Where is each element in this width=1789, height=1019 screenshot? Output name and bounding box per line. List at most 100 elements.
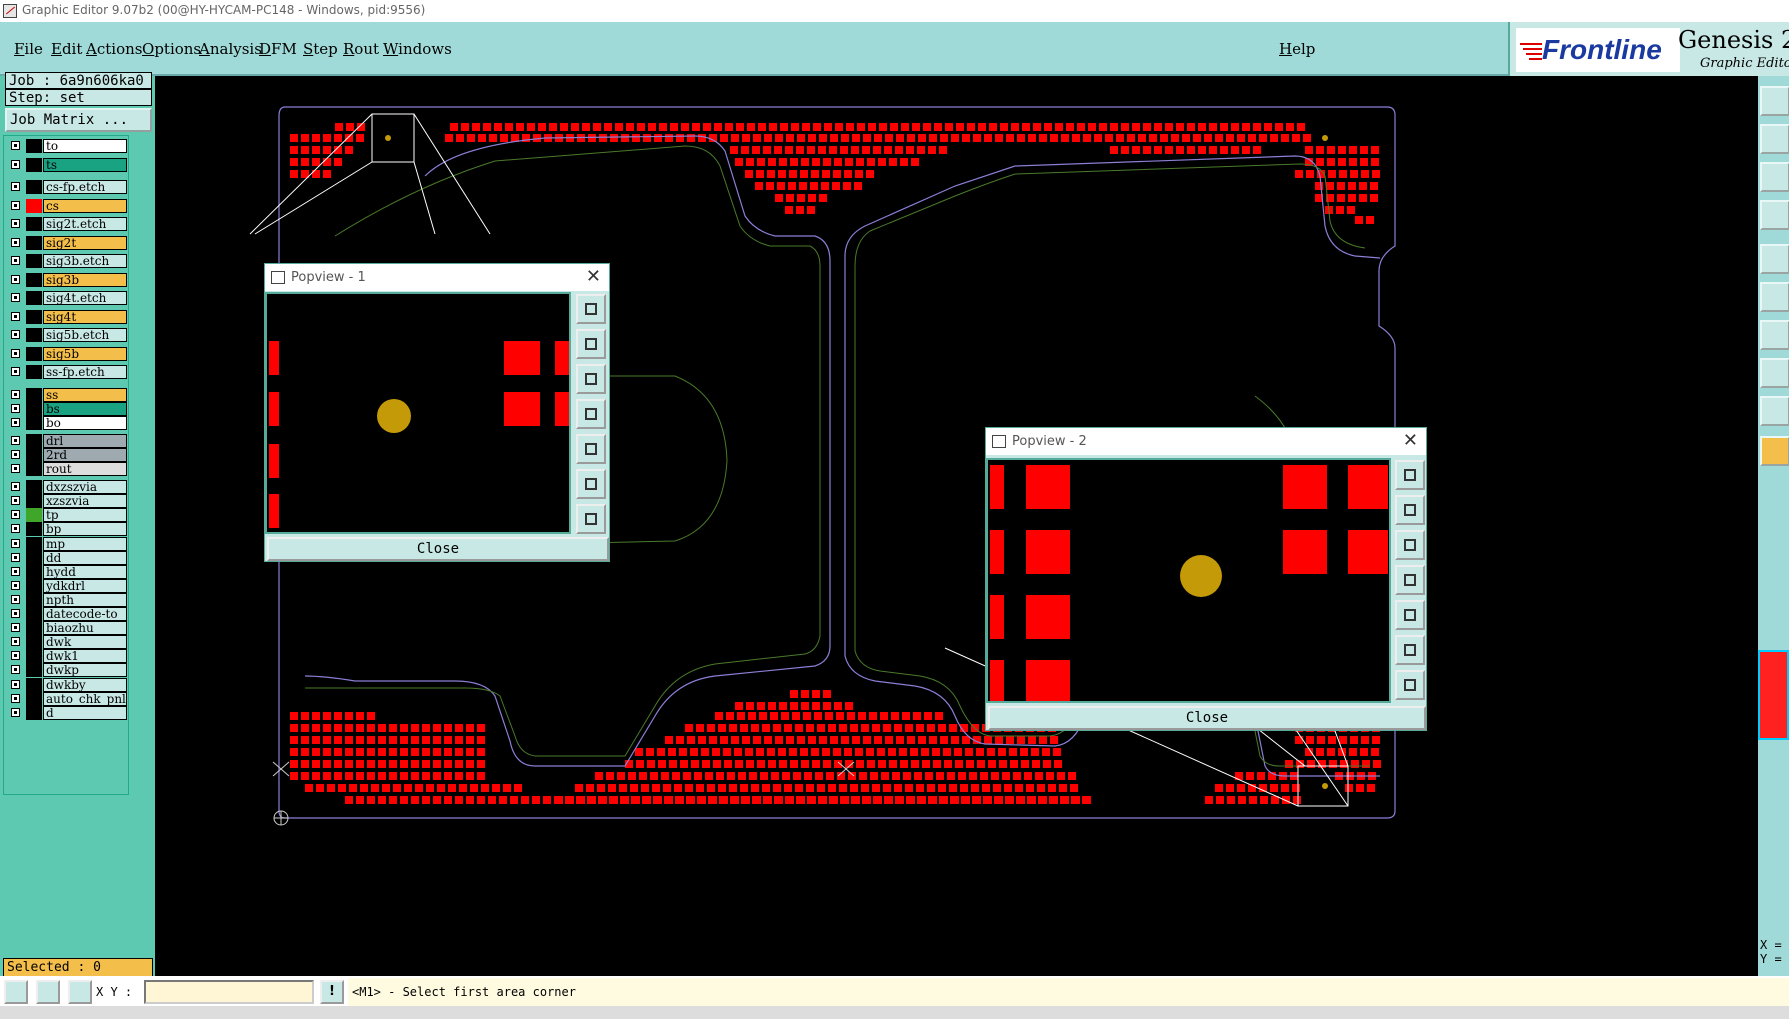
triangle-icon[interactable] <box>1760 396 1789 426</box>
layer-color-swatch[interactable] <box>26 309 42 324</box>
layer-list-scrollbar[interactable] <box>129 135 151 795</box>
layer-row[interactable]: dd <box>7 550 127 565</box>
layer-checkbox[interactable] <box>11 403 20 413</box>
center-icon[interactable] <box>1395 670 1425 700</box>
layer-name[interactable]: dxzszvia <box>43 480 127 495</box>
layer-row[interactable]: dwkby <box>7 677 127 692</box>
layer-row[interactable]: 2rd <box>7 447 127 462</box>
layer-color-swatch[interactable] <box>26 462 42 476</box>
layer-color-swatch[interactable] <box>26 254 42 268</box>
menu-step[interactable]: Step <box>303 40 338 58</box>
layer-row[interactable]: auto_chk_pnl <box>7 691 127 706</box>
close-icon[interactable]: ✕ <box>586 266 601 287</box>
menu-options[interactable]: Options <box>142 40 201 58</box>
layer-color-swatch[interactable] <box>26 291 42 305</box>
layer-name[interactable]: dd <box>43 550 127 565</box>
menu-windows[interactable]: Windows <box>383 40 452 58</box>
layer-checkbox[interactable] <box>11 510 20 520</box>
layer-color-swatch[interactable] <box>26 433 42 448</box>
layer-name[interactable]: rout <box>43 462 127 476</box>
layer-color-swatch[interactable] <box>26 508 42 523</box>
layer-checkbox[interactable] <box>11 679 20 689</box>
layer-checkbox[interactable] <box>11 159 20 169</box>
layer-row[interactable]: sig5b.etch <box>7 328 127 342</box>
layer-row[interactable]: to <box>7 139 127 153</box>
layer-checkbox[interactable] <box>11 389 20 399</box>
layer-row[interactable]: sig2t.etch <box>7 217 127 231</box>
layer-name[interactable]: sig3b <box>43 272 127 287</box>
layer-name[interactable]: sig4t <box>43 309 127 324</box>
layer-color-swatch[interactable] <box>26 387 42 402</box>
layer-name[interactable]: sig3b.etch <box>43 254 127 268</box>
layer-color-swatch[interactable] <box>26 677 42 692</box>
layer-name[interactable]: d <box>43 705 127 720</box>
layer-checkbox[interactable] <box>11 665 20 675</box>
layer-name[interactable]: ss <box>43 387 127 402</box>
layer-checkbox[interactable] <box>11 348 20 358</box>
grid-icon[interactable] <box>68 980 92 1004</box>
layer-row[interactable]: mp <box>7 536 127 551</box>
layer-name[interactable]: cs-fp.etch <box>43 180 127 194</box>
menu-help[interactable]: Help <box>1279 40 1315 58</box>
layer-color-swatch[interactable] <box>26 346 42 361</box>
layer-row[interactable]: bp <box>7 522 127 537</box>
layer-row[interactable]: ydkdrl <box>7 578 127 593</box>
pan-down-icon[interactable] <box>576 364 606 394</box>
layer-checkbox[interactable] <box>11 449 20 459</box>
layer-name[interactable]: ss-fp.etch <box>43 365 127 379</box>
pan-up-icon[interactable] <box>1395 495 1425 525</box>
layer-color-swatch[interactable] <box>26 607 42 621</box>
pan-left-icon[interactable] <box>1395 565 1425 595</box>
layer-name[interactable]: mp <box>43 536 127 551</box>
layer-name[interactable]: sig5b.etch <box>43 328 127 342</box>
layer-name[interactable]: bs <box>43 401 127 416</box>
layer-row[interactable]: ts <box>7 157 127 172</box>
layer-name[interactable]: to <box>43 139 127 153</box>
layer-checkbox[interactable] <box>11 538 20 548</box>
layer-checkbox[interactable] <box>11 623 20 633</box>
layer-checkbox[interactable] <box>11 141 20 150</box>
layer-row[interactable]: cs-fp.etch <box>7 180 127 194</box>
layer-color-swatch[interactable] <box>26 415 42 430</box>
job-matrix-button[interactable]: Job Matrix ... <box>5 108 152 132</box>
layer-checkbox[interactable] <box>11 256 20 265</box>
zoom-icon[interactable] <box>576 294 606 324</box>
layer-row[interactable]: npth <box>7 592 127 607</box>
zoom-icon[interactable] <box>1395 460 1425 490</box>
layer-checkbox[interactable] <box>11 182 20 191</box>
layer-row[interactable]: cs <box>7 198 127 213</box>
layer-color-swatch[interactable] <box>26 365 42 379</box>
layer-color-swatch[interactable] <box>26 635 42 650</box>
pan-down-icon[interactable] <box>1395 530 1425 560</box>
layer-row[interactable]: rout <box>7 462 127 476</box>
layer-color-swatch[interactable] <box>26 522 42 537</box>
settings-icon[interactable] <box>1760 200 1789 230</box>
zoom-window-icon[interactable] <box>1760 86 1789 116</box>
layer-row[interactable]: dwk <box>7 635 127 650</box>
layer-row[interactable]: tp <box>7 508 127 523</box>
layer-row[interactable]: ss-fp.etch <box>7 365 127 379</box>
layer-color-swatch[interactable] <box>26 180 42 194</box>
zoom-in-icon[interactable] <box>1760 124 1789 154</box>
layer-name[interactable]: cs <box>43 198 127 213</box>
layer-checkbox[interactable] <box>11 464 20 473</box>
layer-checkbox[interactable] <box>11 330 20 339</box>
layer-row[interactable]: datecode-to <box>7 607 127 621</box>
popview-1-canvas[interactable] <box>265 292 571 534</box>
layer-name[interactable]: dwkp <box>43 663 127 678</box>
layer-color-swatch[interactable] <box>26 272 42 287</box>
layer-checkbox[interactable] <box>11 524 20 534</box>
layer-name[interactable]: sig5b <box>43 346 127 361</box>
layer-color-swatch[interactable] <box>26 663 42 678</box>
layer-checkbox[interactable] <box>11 594 20 604</box>
layer-checkbox[interactable] <box>11 651 20 661</box>
layer-row[interactable]: sig4t <box>7 309 127 324</box>
layer-row[interactable]: sig3b <box>7 272 127 287</box>
layer-checkbox[interactable] <box>11 435 20 445</box>
pointer-icon[interactable] <box>1760 436 1789 466</box>
layer-name[interactable]: dwkby <box>43 677 127 692</box>
layer-row[interactable]: ss <box>7 387 127 402</box>
layer-color-swatch[interactable] <box>26 447 42 462</box>
layer-name[interactable]: biaozhu <box>43 621 127 636</box>
layer-name[interactable]: sig2t.etch <box>43 217 127 231</box>
